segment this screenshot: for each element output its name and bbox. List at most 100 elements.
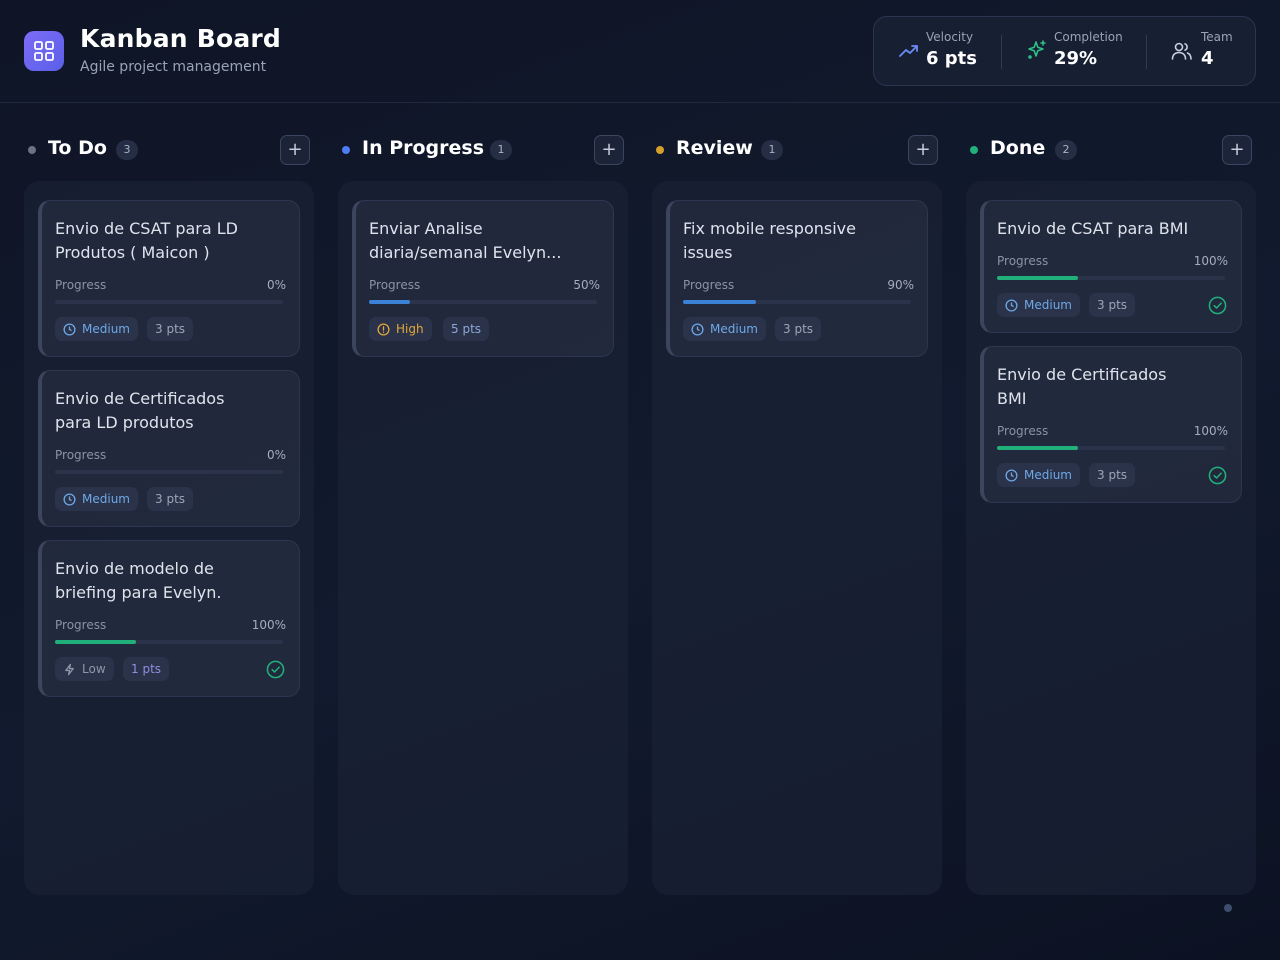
priority-label: Medium	[710, 322, 758, 336]
progress-value: 100%	[1193, 254, 1228, 268]
clock-icon	[63, 492, 76, 506]
progress-label: Progress	[997, 424, 1049, 438]
progress-bar	[997, 446, 1225, 450]
check-circle-icon	[1208, 466, 1227, 489]
task-card[interactable]: Envio de Certificados BMI Progress 100% …	[980, 346, 1242, 503]
progress-value: 90%	[887, 278, 914, 292]
add-card-button[interactable]: +	[908, 135, 938, 165]
priority-badge: Medium	[55, 317, 138, 341]
column-in-progress: Enviar Analise diaria/semanal Evelyn... …	[338, 181, 628, 895]
column-review: Fix mobile responsive issues Progress 90…	[652, 181, 942, 895]
priority-badge: Low	[55, 657, 114, 681]
add-card-button[interactable]: +	[280, 135, 310, 165]
progress-fill	[997, 276, 1078, 280]
points-badge: 3 pts	[1089, 293, 1136, 317]
priority-label: High	[396, 322, 424, 336]
column-count-badge: 1	[761, 140, 783, 160]
points-badge: 3 pts	[147, 317, 194, 341]
priority-badge: Medium	[683, 317, 766, 341]
column-done: Envio de CSAT para BMI Progress 100% Med…	[966, 181, 1256, 895]
card-title-line: Envio de CSAT para LD	[55, 219, 238, 238]
users-icon	[1171, 41, 1193, 65]
stats-panel: Velocity 6 pts Completion 29% Team 4	[873, 16, 1256, 86]
task-card[interactable]: Fix mobile responsive issues Progress 90…	[666, 200, 928, 357]
task-card[interactable]: Envio de Certificados para LD produtos P…	[38, 370, 300, 527]
priority-label: Medium	[82, 322, 130, 336]
card-title-line: Envio de CSAT para BMI	[997, 219, 1189, 238]
progress-value: 0%	[266, 448, 286, 462]
clock-icon	[1005, 298, 1018, 312]
column-title: Review	[676, 137, 753, 159]
divider	[1001, 35, 1002, 69]
status-indicator	[1224, 904, 1232, 912]
points-badge: 1 pts	[123, 657, 170, 681]
trending-up-icon	[898, 41, 920, 65]
task-card[interactable]: Enviar Analise diaria/semanal Evelyn... …	[352, 200, 614, 357]
points-badge: 3 pts	[1089, 463, 1136, 487]
progress-value: 100%	[251, 618, 286, 632]
progress-label: Progress	[55, 448, 107, 462]
column-header-done: Done 2 +	[966, 134, 1256, 166]
progress-fill	[683, 300, 756, 304]
card-title: Envio de CSAT para LD Produtos ( Maicon …	[55, 217, 291, 265]
page-subtitle: Agile project management	[80, 59, 267, 75]
add-card-button[interactable]: +	[594, 135, 624, 165]
clock-icon	[63, 322, 76, 336]
clock-icon	[1005, 468, 1018, 482]
progress-label: Progress	[55, 278, 107, 292]
stat-label: Team	[1201, 30, 1233, 44]
card-title: Fix mobile responsive issues	[683, 217, 919, 265]
card-title-line: Envio de Certificados	[55, 389, 225, 408]
card-title-line: Enviar Analise	[369, 219, 483, 238]
card-title-line: issues	[683, 243, 733, 262]
progress-fill	[997, 446, 1078, 450]
bolt-icon	[65, 663, 74, 675]
column-title: In Progress	[362, 137, 485, 159]
priority-badge: Medium	[997, 463, 1080, 487]
progress-label: Progress	[369, 278, 421, 292]
stat-value: 29%	[1054, 48, 1098, 69]
column-count-badge: 3	[116, 140, 138, 160]
column-todo: Envio de CSAT para LD Produtos ( Maicon …	[24, 181, 314, 895]
priority-label: Medium	[1024, 468, 1072, 482]
card-title: Envio de Certificados para LD produtos	[55, 387, 291, 435]
column-count-badge: 1	[490, 140, 512, 160]
stat-label: Velocity	[926, 30, 974, 44]
card-title-line: Fix mobile responsive	[683, 219, 856, 238]
card-title: Envio de Certificados BMI	[997, 363, 1233, 411]
stat-value: 6 pts	[926, 48, 977, 69]
progress-label: Progress	[683, 278, 735, 292]
priority-badge: High	[369, 317, 432, 341]
check-circle-icon	[266, 660, 285, 683]
task-card[interactable]: Envio de CSAT para LD Produtos ( Maicon …	[38, 200, 300, 357]
status-dot	[970, 146, 978, 154]
column-header-todo: To Do 3 +	[24, 134, 314, 166]
card-title-line: Envio de modelo de	[55, 559, 214, 578]
stat-label: Completion	[1054, 30, 1123, 44]
progress-label: Progress	[55, 618, 107, 632]
task-card[interactable]: Envio de CSAT para BMI Progress 100% Med…	[980, 200, 1242, 333]
progress-bar	[369, 300, 597, 304]
card-title-line: briefing para Evelyn.	[55, 583, 222, 602]
add-card-button[interactable]: +	[1222, 135, 1252, 165]
priority-label: Medium	[82, 492, 130, 506]
column-title: To Do	[48, 137, 107, 159]
progress-value: 100%	[1193, 424, 1228, 438]
clock-icon	[691, 322, 704, 336]
card-title-line: diaria/semanal Evelyn...	[369, 243, 562, 262]
card-title-line: Envio de Certificados	[997, 365, 1167, 384]
card-title: Envio de CSAT para BMI	[997, 217, 1233, 241]
progress-fill	[369, 300, 410, 304]
points-badge: 3 pts	[775, 317, 822, 341]
priority-label: Medium	[1024, 298, 1072, 312]
column-count-badge: 2	[1055, 140, 1077, 160]
card-title: Enviar Analise diaria/semanal Evelyn...	[369, 217, 605, 265]
points-badge: 5 pts	[443, 317, 490, 341]
progress-value: 50%	[573, 278, 600, 292]
progress-bar	[55, 640, 283, 644]
task-card[interactable]: Envio de modelo de briefing para Evelyn.…	[38, 540, 300, 697]
priority-badge: Medium	[55, 487, 138, 511]
column-header-review: Review 1 +	[652, 134, 942, 166]
status-dot	[656, 146, 664, 154]
grid-icon	[24, 31, 64, 71]
